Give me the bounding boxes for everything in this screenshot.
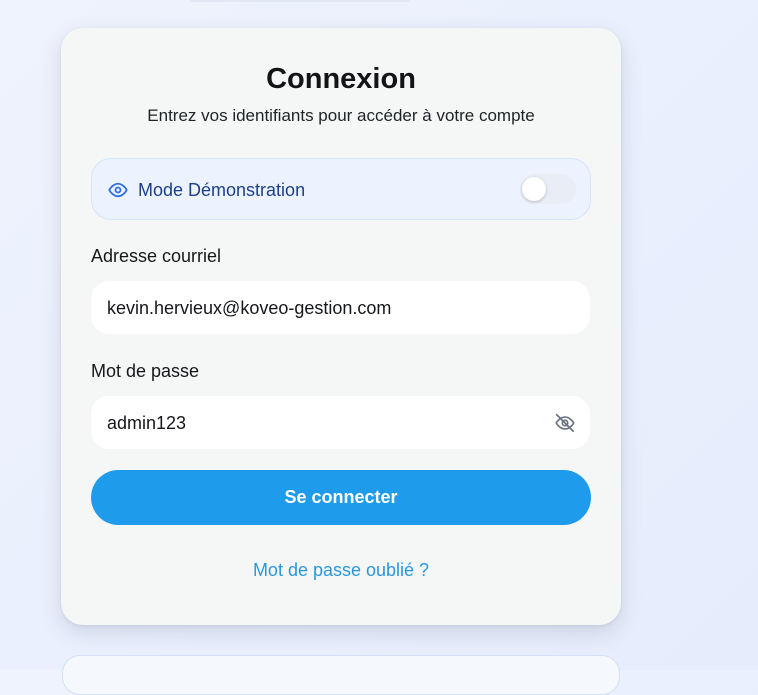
email-value: kevin.hervieux@koveo-gestion.com	[107, 298, 392, 318]
demo-mode-panel: Mode Démonstration	[91, 158, 591, 220]
secondary-card	[62, 655, 620, 695]
email-label: Adresse courriel	[91, 246, 222, 266]
page-subtitle: Entrez vos identifiants pour accéder à v…	[147, 106, 535, 125]
email-field[interactable]: kevin.hervieux@koveo-gestion.com	[91, 281, 590, 334]
forgot-password-link[interactable]: Mot de passe oublié ?	[61, 558, 621, 582]
password-label: Mot de passe	[91, 361, 200, 381]
password-value: admin123	[107, 413, 187, 433]
eye-icon	[108, 180, 128, 200]
eye-off-icon[interactable]	[554, 412, 576, 434]
toggle-knob	[522, 177, 546, 201]
top-edge-element	[190, 0, 410, 2]
login-card: Connexion Entrez vos identifiants pour a…	[61, 28, 621, 625]
page-title: Connexion	[266, 63, 416, 95]
demo-mode-label: Mode Démonstration	[138, 180, 306, 200]
password-field[interactable]: admin123	[91, 396, 590, 449]
login-button[interactable]: Se connecter	[91, 470, 591, 525]
demo-mode-toggle[interactable]	[520, 174, 576, 204]
